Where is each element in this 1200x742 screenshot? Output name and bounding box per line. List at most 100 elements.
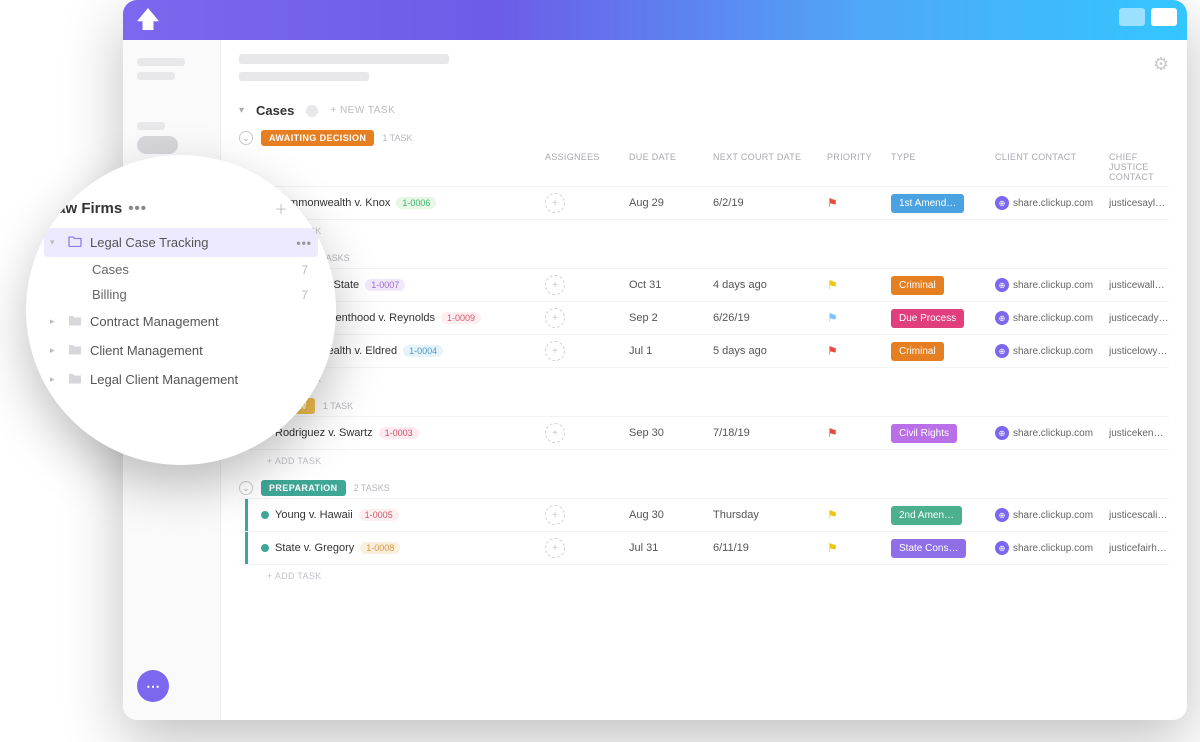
column-header: CLIENT CONTACT — [995, 152, 1105, 182]
chat-bubble-icon[interactable]: ⋯ — [137, 670, 169, 702]
sidebar-folder[interactable]: ▾ Legal Case Tracking ••• — [44, 228, 318, 257]
folder-more-icon[interactable]: ••• — [296, 236, 312, 250]
status-badge[interactable]: PREPARATION — [261, 480, 346, 496]
folder-icon — [68, 372, 82, 387]
next-court-date[interactable]: 4 days ago — [713, 279, 823, 291]
task-name: Rodriguez v. Swartz — [275, 427, 373, 439]
type-chip[interactable]: Criminal — [891, 276, 944, 295]
window-minimize[interactable] — [1119, 8, 1145, 26]
client-contact[interactable]: ⊕share.clickup.com — [995, 344, 1105, 358]
task-count: 2 TASKS — [354, 483, 390, 493]
client-contact[interactable]: ⊕share.clickup.com — [995, 426, 1105, 440]
next-court-date[interactable]: 5 days ago — [713, 345, 823, 357]
due-date[interactable]: Aug 30 — [629, 509, 709, 521]
task-row[interactable]: Commonwealth v. Knox 1-0006 + Aug 29 6/2… — [239, 186, 1169, 219]
task-name: Young v. Hawaii — [275, 509, 353, 521]
chief-justice-contact[interactable]: justicesaylor@example.com — [1109, 198, 1169, 209]
due-date[interactable]: Oct 31 — [629, 279, 709, 291]
assignee-add-icon[interactable]: + — [545, 341, 565, 361]
folder-label: Legal Client Management — [90, 372, 238, 387]
type-chip[interactable]: Due Process — [891, 309, 964, 328]
task-row[interactable]: State v. Gregory 1-0008 + Jul 31 6/11/19… — [239, 531, 1169, 564]
titlebar — [123, 0, 1187, 40]
new-task-button[interactable]: + NEW TASK — [330, 105, 395, 116]
task-row[interactable]: Rodriguez v. Swartz 1-0003 + Sep 30 7/18… — [239, 416, 1169, 449]
list-collapse-icon[interactable]: ▾ — [239, 105, 244, 116]
folder-caret-icon[interactable]: ▸ — [50, 374, 60, 385]
next-court-date[interactable]: 7/18/19 — [713, 427, 823, 439]
sidebar-folder[interactable]: ▸ Legal Client Management — [44, 365, 318, 394]
space-more-icon[interactable]: ••• — [128, 200, 147, 217]
status-badge[interactable]: AWAITING DECISION — [261, 130, 374, 146]
assignee-add-icon[interactable]: + — [545, 193, 565, 213]
priority-flag-icon[interactable]: ⚑ — [827, 196, 887, 210]
status-group: ⌄ AWAITING DECISION 1 TASK ASSIGNEESDUE … — [239, 128, 1169, 242]
add-task-button[interactable]: + ADD TASK — [239, 449, 1169, 472]
client-contact[interactable]: ⊕share.clickup.com — [995, 508, 1105, 522]
chief-justice-contact[interactable]: justicescalia@example.com — [1109, 510, 1169, 521]
priority-flag-icon[interactable]: ⚑ — [827, 508, 887, 522]
task-count: 1 TASK — [323, 401, 353, 411]
folder-caret-icon[interactable]: ▸ — [50, 345, 60, 356]
priority-flag-icon[interactable]: ⚑ — [827, 541, 887, 555]
group-collapse-icon[interactable]: ⌄ — [239, 481, 253, 495]
client-contact[interactable]: ⊕share.clickup.com — [995, 541, 1105, 555]
priority-flag-icon[interactable]: ⚑ — [827, 311, 887, 325]
next-court-date[interactable]: 6/2/19 — [713, 197, 823, 209]
chief-justice-contact[interactable]: justicelowy@example.com — [1109, 346, 1169, 357]
client-contact[interactable]: ⊕share.clickup.com — [995, 311, 1105, 325]
assignee-add-icon[interactable]: + — [545, 275, 565, 295]
folder-icon — [68, 235, 82, 250]
assignee-add-icon[interactable]: + — [545, 308, 565, 328]
task-id-badge: 1-0008 — [360, 542, 400, 554]
assignee-add-icon[interactable]: + — [545, 538, 565, 558]
client-contact[interactable]: ⊕share.clickup.com — [995, 196, 1105, 210]
chief-justice-contact[interactable]: justicefairhurst@example.com — [1109, 543, 1169, 554]
assignee-add-icon[interactable]: + — [545, 423, 565, 443]
task-row[interactable]: Young v. Hawaii 1-0005 + Aug 30 Thursday… — [239, 498, 1169, 531]
priority-flag-icon[interactable]: ⚑ — [827, 344, 887, 358]
chief-justice-contact[interactable]: justicekennedy@example.com — [1109, 428, 1169, 439]
due-date[interactable]: Sep 2 — [629, 312, 709, 324]
next-court-date[interactable]: 6/26/19 — [713, 312, 823, 324]
priority-flag-icon[interactable]: ⚑ — [827, 426, 887, 440]
type-chip[interactable]: Civil Rights — [891, 424, 957, 443]
priority-flag-icon[interactable]: ⚑ — [827, 278, 887, 292]
task-id-badge: 1-0005 — [359, 509, 399, 521]
link-icon: ⊕ — [995, 541, 1009, 555]
client-contact[interactable]: ⊕share.clickup.com — [995, 278, 1105, 292]
assignee-add-icon[interactable]: + — [545, 505, 565, 525]
next-court-date[interactable]: Thursday — [713, 509, 823, 521]
task-row[interactable]: Planned Parenthood v. Reynolds 1-0009 + … — [239, 301, 1169, 334]
type-chip[interactable]: 2nd Amen… — [891, 506, 962, 525]
folder-caret-icon[interactable]: ▾ — [50, 237, 60, 248]
space-title[interactable]: Law Firms — [48, 200, 122, 217]
type-chip[interactable]: 1st Amend… — [891, 194, 964, 213]
sidebar-folder[interactable]: ▸ Contract Management — [44, 307, 318, 336]
space-add-icon[interactable]: ＋ — [274, 199, 287, 218]
link-icon: ⊕ — [995, 426, 1009, 440]
column-headers: ASSIGNEESDUE DATENEXT COURT DATEPRIORITY… — [239, 148, 1169, 186]
chief-justice-contact[interactable]: justicewaller@example.com — [1109, 280, 1169, 291]
type-chip[interactable]: State Cons… — [891, 539, 966, 558]
settings-gear-icon[interactable]: ⚙ — [1153, 54, 1169, 75]
sidebar-list-item[interactable]: Billing7 — [44, 282, 318, 307]
next-court-date[interactable]: 6/11/19 — [713, 542, 823, 554]
due-date[interactable]: Sep 30 — [629, 427, 709, 439]
info-icon[interactable] — [306, 105, 318, 117]
due-date[interactable]: Jul 31 — [629, 542, 709, 554]
add-task-button[interactable]: + ADD TASK — [239, 219, 1169, 242]
add-task-button[interactable]: + ADD TASK — [239, 564, 1169, 587]
group-collapse-icon[interactable]: ⌄ — [239, 131, 253, 145]
sidebar-folder[interactable]: ▸ Client Management — [44, 336, 318, 365]
chief-justice-contact[interactable]: justicecady@example.com — [1109, 313, 1169, 324]
due-date[interactable]: Aug 29 — [629, 197, 709, 209]
task-row[interactable]: Commonwealth v. Eldred 1-0004 + Jul 1 5 … — [239, 334, 1169, 367]
add-task-button[interactable]: + ADD TASK — [239, 367, 1169, 390]
task-row[interactable]: Chandler v. State 1-0007 + Oct 31 4 days… — [239, 268, 1169, 301]
due-date[interactable]: Jul 1 — [629, 345, 709, 357]
window-maximize[interactable] — [1151, 8, 1177, 26]
folder-caret-icon[interactable]: ▸ — [50, 316, 60, 327]
type-chip[interactable]: Criminal — [891, 342, 944, 361]
sidebar-list-item[interactable]: Cases7 — [44, 257, 318, 282]
